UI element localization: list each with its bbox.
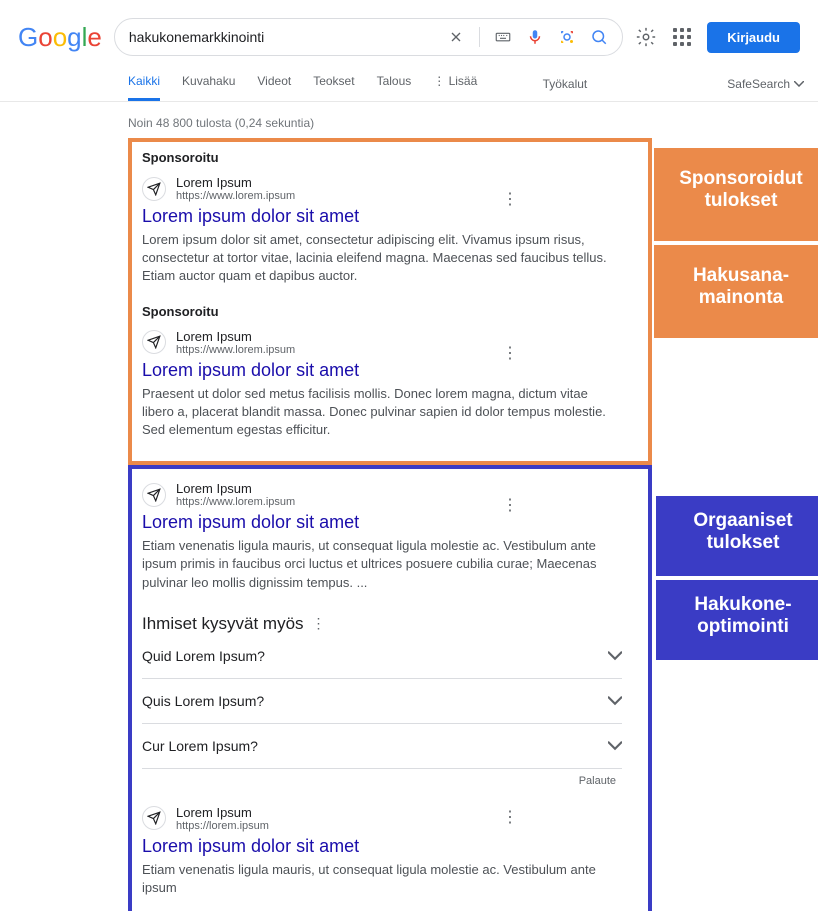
more-dots-icon[interactable]: ⋮ [312, 615, 326, 632]
result-description: Praesent ut dolor sed metus facilisis mo… [142, 385, 622, 440]
search-input[interactable] [129, 29, 447, 45]
callout-organic-results: Orgaaniset tulokset [656, 496, 818, 576]
apps-icon[interactable] [671, 26, 693, 48]
signin-button[interactable]: Kirjaudu [707, 22, 800, 53]
result-description: Lorem ipsum dolor sit amet, consectetur … [142, 231, 622, 286]
voice-icon[interactable] [526, 28, 544, 46]
feedback-link[interactable]: Palaute [142, 775, 616, 787]
site-avatar-icon [142, 806, 166, 830]
site-name: Lorem Ipsum [176, 805, 269, 820]
sponsored-result: Lorem Ipsum https://www.lorem.ipsum ⋮ Lo… [132, 169, 648, 300]
result-stats: Noin 48 800 tulosta (0,24 sekuntia) [128, 116, 818, 130]
more-dots-icon[interactable]: ⋮ [502, 495, 518, 515]
site-name: Lorem Ipsum [176, 329, 295, 344]
divider [479, 27, 480, 47]
site-avatar-icon [142, 330, 166, 354]
tab-products[interactable]: Teokset [313, 66, 354, 101]
site-url: https://lorem.ipsum [176, 820, 269, 832]
tab-finance[interactable]: Talous [377, 66, 412, 101]
search-box[interactable] [114, 18, 623, 56]
site-avatar-icon [142, 483, 166, 507]
site-name: Lorem Ipsum [176, 481, 295, 496]
search-icon[interactable] [590, 28, 608, 46]
lens-icon[interactable] [558, 28, 576, 46]
paa-question[interactable]: Quid Lorem Ipsum? [142, 634, 622, 679]
result-description: Etiam venenatis ligula mauris, ut conseq… [142, 861, 622, 897]
organic-result: Lorem Ipsum https://lorem.ipsum ⋮ Lorem … [132, 787, 648, 911]
site-url: https://www.lorem.ipsum [176, 344, 295, 356]
result-title[interactable]: Lorem ipsum dolor sit amet [142, 206, 638, 227]
paa-question[interactable]: Quis Lorem Ipsum? [142, 679, 622, 724]
result-title[interactable]: Lorem ipsum dolor sit amet [142, 360, 638, 381]
organic-box: Lorem Ipsum https://www.lorem.ipsum ⋮ Lo… [128, 465, 652, 911]
callout-search-advertising: Hakusana-mainonta [654, 245, 818, 338]
site-avatar-icon [142, 177, 166, 201]
site-url: https://www.lorem.ipsum [176, 190, 295, 202]
paa-question[interactable]: Cur Lorem Ipsum? [142, 724, 622, 769]
clear-icon[interactable] [447, 28, 465, 46]
more-dots-icon[interactable]: ⋮ [502, 189, 518, 209]
tab-images[interactable]: Kuvahaku [182, 66, 235, 101]
organic-result: Lorem Ipsum https://www.lorem.ipsum ⋮ Lo… [132, 475, 648, 606]
sponsored-box: Sponsoroitu Lorem Ipsum https://www.lore… [128, 138, 652, 465]
result-title[interactable]: Lorem ipsum dolor sit amet [142, 836, 638, 857]
sponsored-result: Lorem Ipsum https://www.lorem.ipsum ⋮ Lo… [132, 323, 648, 454]
more-dots-icon[interactable]: ⋮ [502, 343, 518, 363]
site-name: Lorem Ipsum [176, 175, 295, 190]
gear-icon[interactable] [635, 26, 657, 48]
google-logo: Google [18, 22, 102, 53]
more-dots-icon[interactable]: ⋮ [502, 807, 518, 827]
tab-all[interactable]: Kaikki [128, 66, 160, 101]
result-title[interactable]: Lorem ipsum dolor sit amet [142, 512, 638, 533]
sponsored-label: Sponsoroitu [132, 300, 648, 323]
callout-sponsored-results: Sponsoroidut tulokset [654, 148, 818, 241]
site-url: https://www.lorem.ipsum [176, 496, 295, 508]
people-also-ask-title: Ihmiset kysyvät myös ⋮ [142, 614, 632, 634]
chevron-down-icon [608, 739, 622, 753]
result-description: Etiam venenatis ligula mauris, ut conseq… [142, 537, 622, 592]
tab-more[interactable]: ⋮ Lisää [433, 66, 477, 101]
keyboard-icon[interactable] [494, 28, 512, 46]
safesearch-dropdown[interactable]: SafeSearch [727, 77, 804, 91]
chevron-down-icon [608, 649, 622, 663]
callout-seo: Hakukone-optimointi [656, 580, 818, 660]
tools-button[interactable]: Työkalut [543, 77, 588, 91]
tab-videos[interactable]: Videot [257, 66, 291, 101]
chevron-down-icon [608, 694, 622, 708]
sponsored-label: Sponsoroitu [132, 146, 648, 169]
